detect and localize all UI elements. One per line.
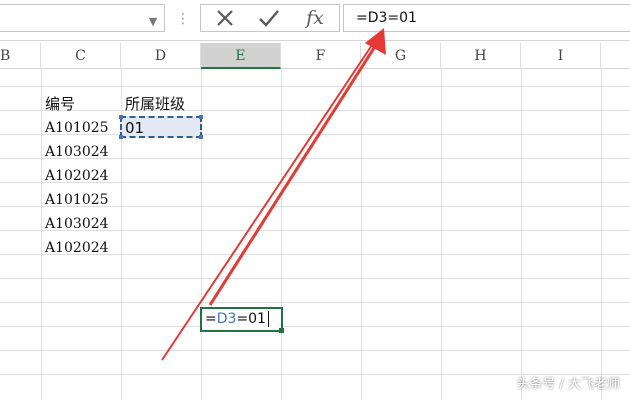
watermark: 头条号 / 大飞老师 bbox=[516, 377, 620, 392]
annotation-layer bbox=[161, 28, 386, 361]
red-arrow-icon bbox=[161, 28, 386, 361]
